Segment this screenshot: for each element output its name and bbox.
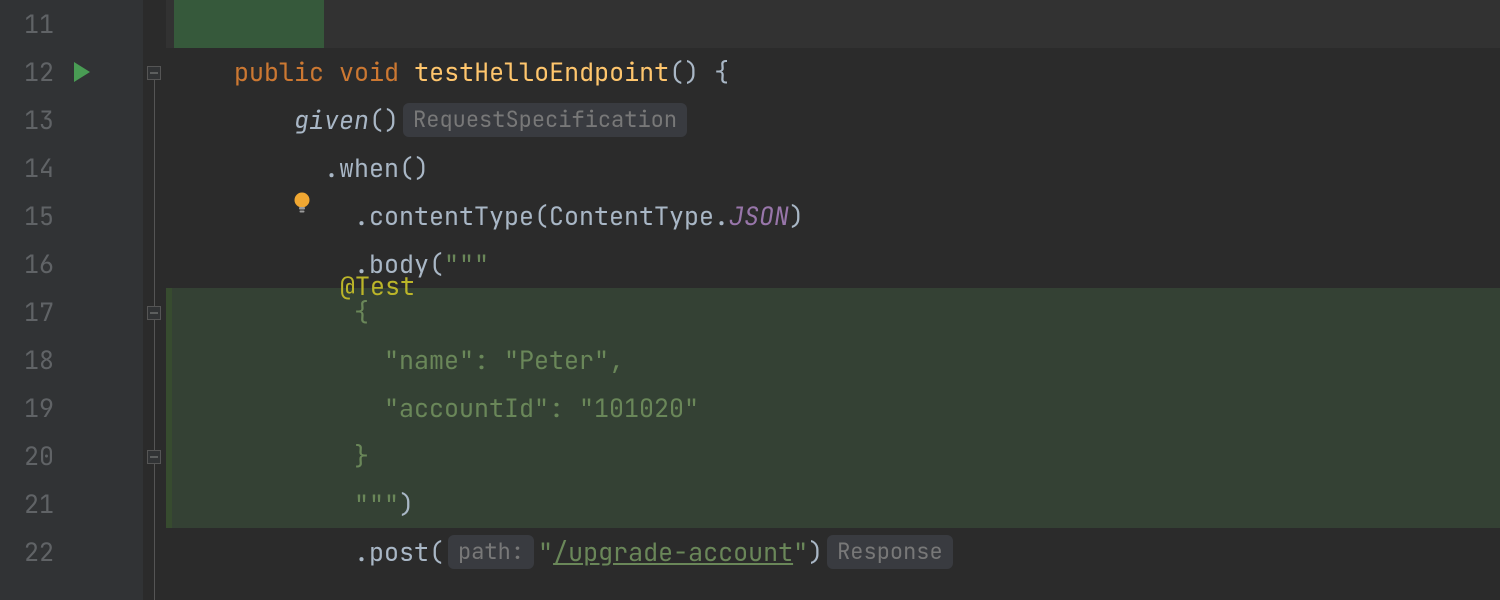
code-line[interactable]: given()RequestSpecification bbox=[166, 96, 1500, 144]
code-line[interactable]: .contentType(ContentType.JSON) bbox=[166, 192, 1500, 240]
caret-line-highlight bbox=[174, 0, 324, 48]
string-token: "name": "Peter", bbox=[384, 343, 624, 377]
line-number: 15 bbox=[0, 192, 60, 240]
line-number: 11 bbox=[0, 0, 60, 48]
line-number: 18 bbox=[0, 336, 60, 384]
fold-toggle-icon[interactable] bbox=[147, 450, 161, 464]
string-token: " bbox=[793, 535, 808, 569]
gutter: 11 12 13 14 15 16 17 18 19 20 21 22 bbox=[0, 0, 143, 600]
fold-toggle-icon[interactable] bbox=[147, 66, 161, 80]
line-number: 20 bbox=[0, 432, 60, 480]
code-line[interactable]: @Test bbox=[166, 0, 1500, 48]
run-test-icon[interactable] bbox=[74, 62, 90, 82]
code-line[interactable]: .body(""" bbox=[166, 240, 1500, 288]
line-number: 19 bbox=[0, 384, 60, 432]
gutter-icons bbox=[64, 0, 100, 600]
code-editor: 11 12 13 14 15 16 17 18 19 20 21 22 bbox=[0, 0, 1500, 600]
code-line[interactable]: "name": "Peter", bbox=[166, 336, 1500, 384]
line-number: 21 bbox=[0, 480, 60, 528]
line-number: 12 bbox=[0, 48, 60, 96]
code-line[interactable]: .post(path:"/upgrade-account")Response bbox=[166, 528, 1500, 576]
keyword-token: public bbox=[234, 55, 324, 89]
string-token: "accountId": "101020" bbox=[384, 391, 699, 425]
string-token: " bbox=[538, 535, 553, 569]
inlay-hint[interactable]: path: bbox=[448, 535, 534, 569]
line-number: 22 bbox=[0, 528, 60, 576]
string-token: /upgrade-account bbox=[553, 535, 793, 569]
inlay-hint[interactable]: Response bbox=[827, 535, 953, 569]
string-token: """ bbox=[354, 487, 399, 521]
code-line[interactable]: { bbox=[166, 288, 1500, 336]
method-name-token: testHelloEndpoint bbox=[414, 55, 669, 89]
code-line[interactable]: """) bbox=[166, 480, 1500, 528]
string-token: } bbox=[354, 439, 369, 473]
method-call-token: given bbox=[294, 103, 369, 137]
keyword-token: void bbox=[339, 55, 399, 89]
line-number: 14 bbox=[0, 144, 60, 192]
code-area[interactable]: @Test public void testHelloEndpoint() { … bbox=[166, 0, 1500, 600]
fold-column bbox=[143, 0, 166, 600]
line-number: 13 bbox=[0, 96, 60, 144]
string-token: """ bbox=[444, 247, 489, 281]
line-number: 17 bbox=[0, 288, 60, 336]
code-line[interactable]: .when() bbox=[166, 144, 1500, 192]
constant-token: JSON bbox=[729, 199, 789, 233]
fold-toggle-icon[interactable] bbox=[147, 306, 161, 320]
code-line[interactable]: } bbox=[166, 432, 1500, 480]
code-line[interactable]: "accountId": "101020" bbox=[166, 384, 1500, 432]
inlay-hint[interactable]: RequestSpecification bbox=[403, 103, 687, 137]
string-token: { bbox=[354, 295, 369, 329]
line-number: 16 bbox=[0, 240, 60, 288]
line-numbers: 11 12 13 14 15 16 17 18 19 20 21 22 bbox=[0, 0, 60, 600]
code-line[interactable]: public void testHelloEndpoint() { bbox=[166, 48, 1500, 96]
